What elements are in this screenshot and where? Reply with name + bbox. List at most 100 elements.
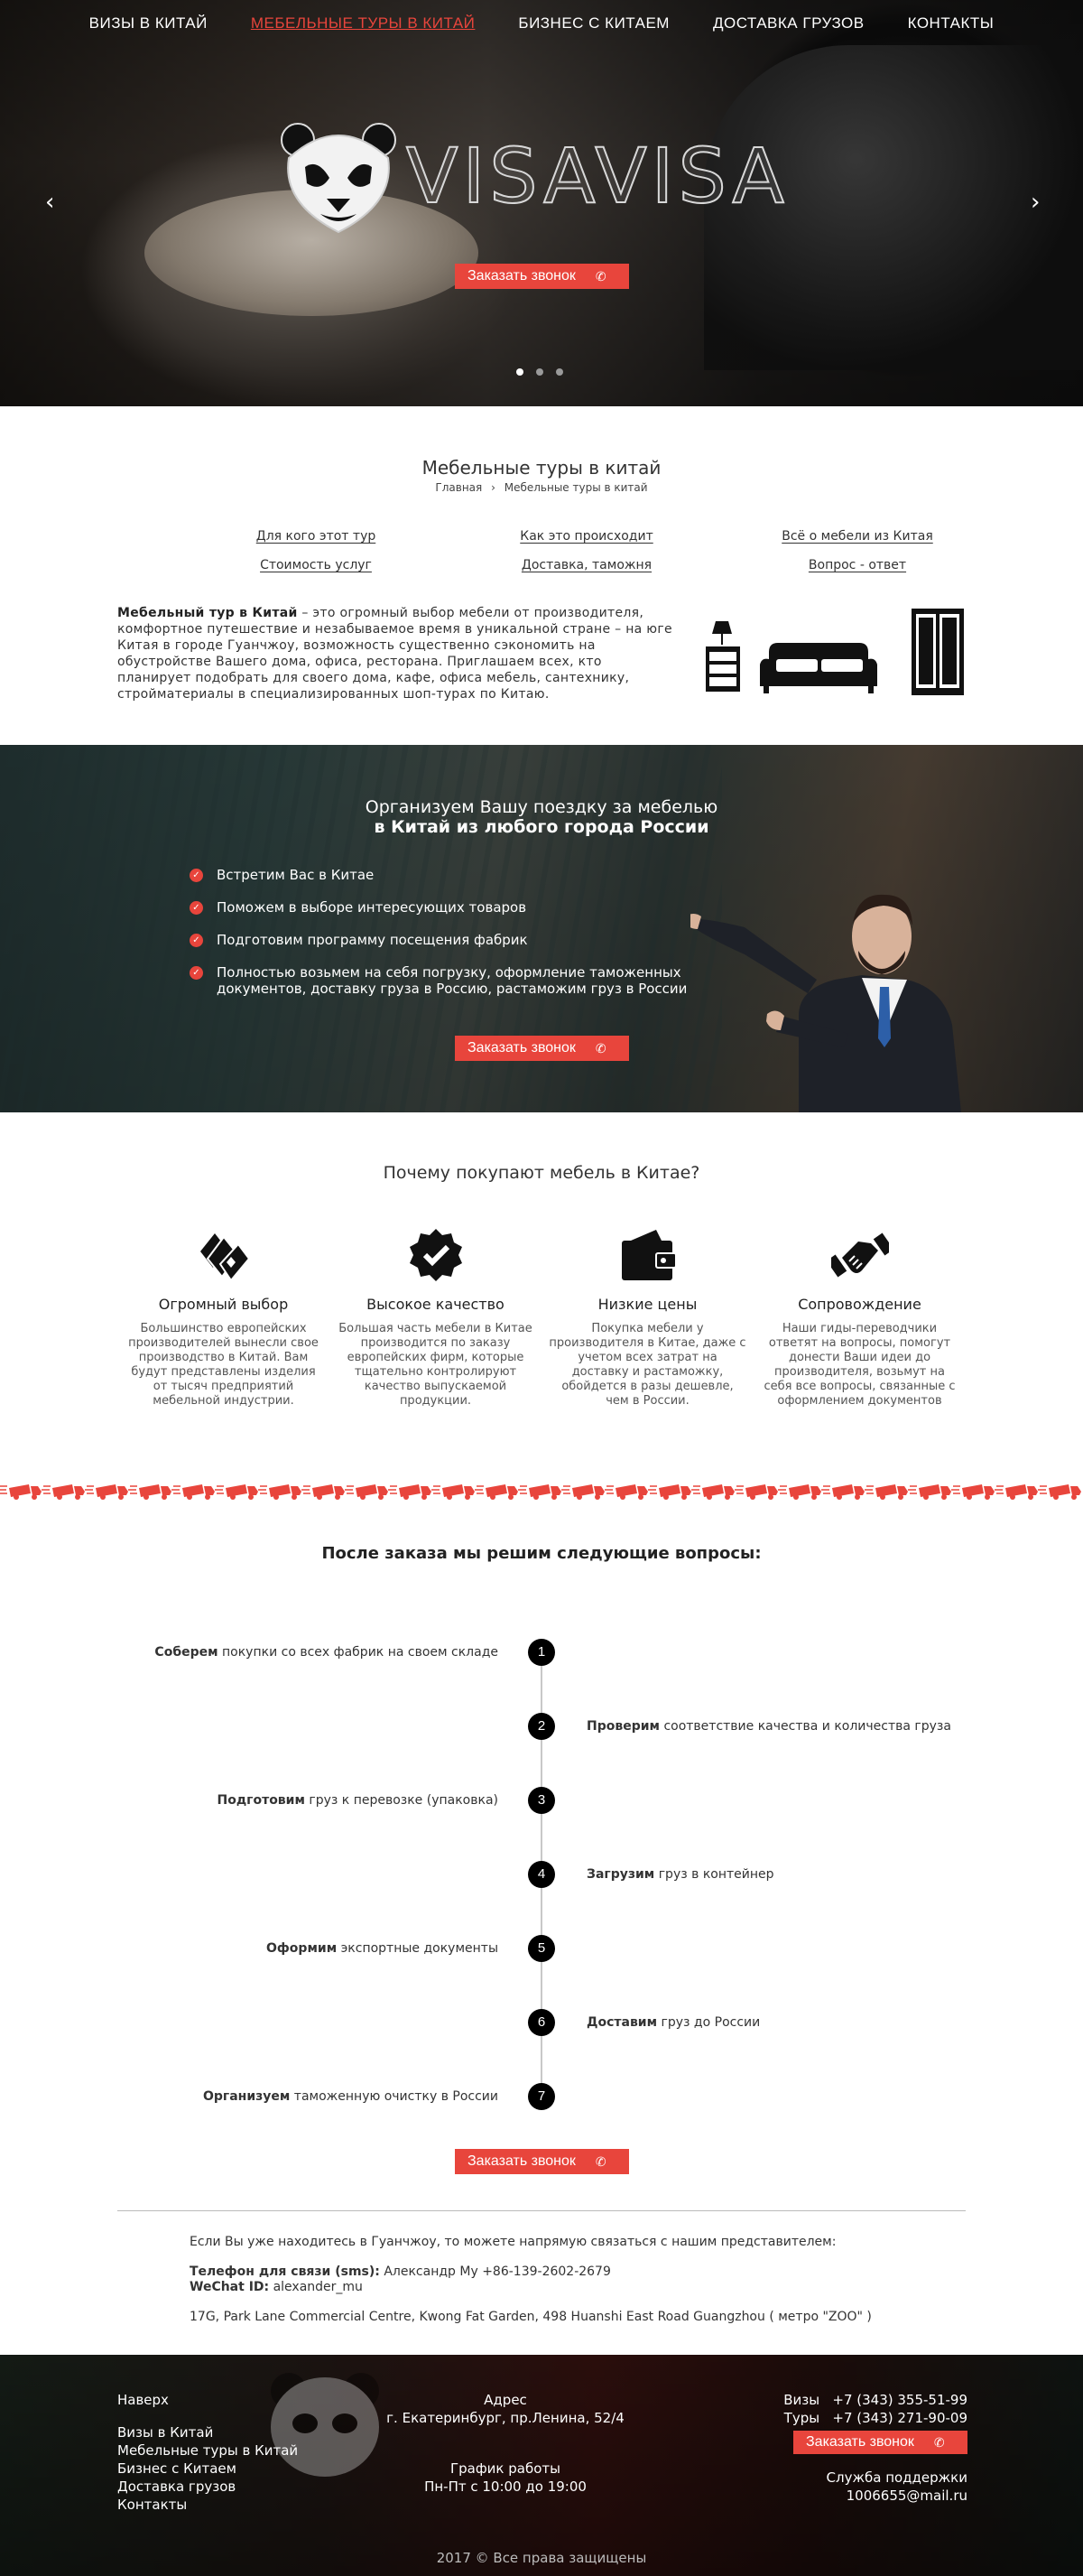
- footer-call-button[interactable]: Заказать звонок ✆: [793, 2431, 967, 2454]
- handshake-icon: [830, 1232, 889, 1278]
- contact-address: 17G, Park Lane Commercial Centre, Kwong …: [190, 2310, 872, 2324]
- step-text: Организуем таможенную очистку в России: [203, 2089, 498, 2104]
- footer-hours-label: График работы: [450, 2460, 560, 2477]
- list-item: Поможем в выборе интересующих товаров: [190, 899, 695, 916]
- slider-dot-2[interactable]: [536, 368, 543, 376]
- step-text-body: таможенную очистку в России: [290, 2089, 498, 2104]
- nav-item-business[interactable]: Бизнес с Китаем: [496, 14, 691, 33]
- feature-text: Наши гиды-переводчики ответят на вопросы…: [764, 1322, 956, 1408]
- step-text-body: покупки со всех фабрик на своем складе: [218, 1645, 498, 1660]
- footer-support-email[interactable]: 1006655@mail.ru: [722, 2487, 967, 2505]
- step-text-bold: Загрузим: [587, 1867, 655, 1882]
- footer-back-to-top[interactable]: Наверх: [117, 2391, 298, 2409]
- features-grid: Огромный выбор Большинство европейских п…: [117, 1223, 966, 1409]
- contact-phone-label: Телефон для связи (sms):: [190, 2264, 380, 2279]
- link-price[interactable]: Стоимость услуг: [180, 558, 451, 572]
- footer-address-label: Адрес: [484, 2392, 527, 2408]
- step-number: 5: [528, 1935, 555, 1962]
- steps-title: После заказа мы решим следующие вопросы:: [321, 1544, 762, 1563]
- footer-visa-phone[interactable]: +7 (343) 355-51-99: [832, 2392, 967, 2408]
- steps-call-button[interactable]: Заказать звонок ✆: [455, 2149, 629, 2174]
- link-delivery-customs[interactable]: Доставка, таможня: [451, 558, 722, 572]
- sofa-icon: [760, 643, 877, 693]
- contact-phone-value[interactable]: Александр Му +86-139-2602-2679: [380, 2264, 611, 2279]
- step-item: 6 Доставим груз до России: [0, 2009, 1083, 2038]
- quality-badge-icon: [409, 1229, 462, 1281]
- step-text-body: груз до России: [657, 2015, 761, 2030]
- nav-item-visas[interactable]: Визы в Китай: [68, 14, 229, 33]
- furniture-illustration: [706, 609, 964, 695]
- footer-link-contacts[interactable]: Контакты: [117, 2496, 298, 2514]
- footer-link-business[interactable]: Бизнес с Китаем: [117, 2460, 298, 2478]
- footer-link-delivery[interactable]: Доставка грузов: [117, 2478, 298, 2496]
- step-number: 6: [528, 2009, 555, 2036]
- phone-icon: ✆: [595, 2154, 606, 2169]
- truck-icon: [820, 1483, 865, 1501]
- footer-nav: Наверх Визы в Китай Мебельные туры в Кит…: [117, 2391, 298, 2514]
- trip-banner: Организуем Вашу поездку за мебелью в Кит…: [0, 745, 1083, 1112]
- contact-wechat-label: WeChat ID:: [190, 2280, 270, 2294]
- trip-call-button[interactable]: Заказать звонок ✆: [455, 1036, 629, 1061]
- hero-call-button[interactable]: Заказать звонок ✆: [455, 264, 629, 289]
- step-item: 2 Проверим соответствие качества и количе…: [0, 1713, 1083, 1742]
- breadcrumb-current: Мебельные туры в китай: [504, 481, 648, 494]
- trip-heading-line2: в Китай из любого города России: [374, 817, 709, 837]
- slider-next-arrow[interactable]: ›: [1031, 191, 1049, 214]
- footer-hours-value: Пн-Пт с 10:00 до 19:00: [424, 2478, 587, 2495]
- truck-icon: [907, 1483, 952, 1501]
- link-who-for[interactable]: Для кого этот тур: [180, 529, 451, 544]
- truck-icon: [127, 1483, 172, 1501]
- list-item: Подготовим программу посещения фабрик: [190, 932, 695, 948]
- truck-icon: [690, 1483, 736, 1501]
- feature-title: Низкие цены: [597, 1296, 698, 1313]
- link-how-it-works[interactable]: Как это происходит: [451, 529, 722, 544]
- footer-link-furniture[interactable]: Мебельные туры в Китай: [117, 2441, 298, 2460]
- step-number: 7: [528, 2083, 555, 2110]
- breadcrumb-home[interactable]: Главная: [435, 481, 482, 494]
- truck-icon: [171, 1483, 216, 1501]
- footer-visa-label: Визы: [783, 2392, 820, 2408]
- link-faq[interactable]: Вопрос - ответ: [722, 558, 993, 572]
- breadcrumb-separator: ›: [491, 481, 495, 494]
- section-links: Для кого этот тур Как это происходит Всё…: [180, 529, 993, 572]
- slider-dot-1[interactable]: [516, 368, 523, 376]
- footer-tours-phone[interactable]: +7 (343) 271-90-09: [832, 2410, 967, 2426]
- page-title: Мебельные туры в китай: [421, 457, 662, 479]
- list-item: Полностью возьмем на себя погрузку, офор…: [190, 964, 695, 997]
- truck-icon: [517, 1483, 562, 1501]
- phone-icon: ✆: [933, 2435, 945, 2450]
- slider-prev-arrow[interactable]: ‹: [45, 191, 63, 214]
- step-item: 1 Соберем покупки со всех фабрик на своем…: [0, 1639, 1083, 1668]
- footer-address: Адрес г. Екатеринбург, пр.Ленина, 52/4 Г…: [361, 2391, 650, 2496]
- slider-dot-3[interactable]: [556, 368, 563, 376]
- truck-icon: [474, 1483, 519, 1501]
- copyright: 2017 © Все права защищены: [436, 2550, 647, 2566]
- step-text-body: груз к перевозке (упаковка): [304, 1793, 498, 1808]
- truck-icon: [950, 1483, 995, 1501]
- list-item: Встретим Вас в Китае: [190, 867, 695, 883]
- feature-title: Высокое качество: [366, 1296, 504, 1313]
- truck-icon: [647, 1483, 692, 1501]
- site-logo[interactable]: VISAVISA: [280, 122, 812, 234]
- nav-item-contacts[interactable]: Контакты: [886, 14, 1016, 33]
- truck-icon: [994, 1483, 1039, 1501]
- nav-item-delivery[interactable]: Доставка грузов: [691, 14, 886, 33]
- truck-icon: [301, 1483, 346, 1501]
- nav-item-furniture-tours[interactable]: Мебельные туры в Китай: [229, 14, 497, 33]
- feature-choice: Огромный выбор Большинство европейских п…: [117, 1223, 329, 1409]
- footer-link-visas[interactable]: Визы в Китай: [117, 2423, 298, 2441]
- link-about-furniture[interactable]: Всё о мебели из Китая: [722, 529, 993, 544]
- truck-icon: [430, 1483, 476, 1501]
- truck-icon: [344, 1483, 389, 1501]
- step-text-bold: Подготовим: [217, 1793, 305, 1808]
- breadcrumb: Главная › Мебельные туры в китай: [0, 481, 1083, 494]
- trip-heading-line1: Организуем Вашу поездку за мебелью: [365, 797, 718, 817]
- step-text-bold: Организуем: [202, 2089, 291, 2104]
- step-text-bold: Соберем: [154, 1645, 218, 1660]
- step-text-bold: Проверим: [587, 1719, 660, 1734]
- trip-benefits-list: Встретим Вас в Китае Поможем в выборе ин…: [190, 867, 695, 1013]
- phone-icon: ✆: [595, 269, 606, 284]
- feature-title: Сопровождение: [798, 1296, 921, 1313]
- steps-call-label: Заказать звонок: [467, 2153, 576, 2169]
- contact-wechat-value: alexander_mu: [269, 2280, 363, 2294]
